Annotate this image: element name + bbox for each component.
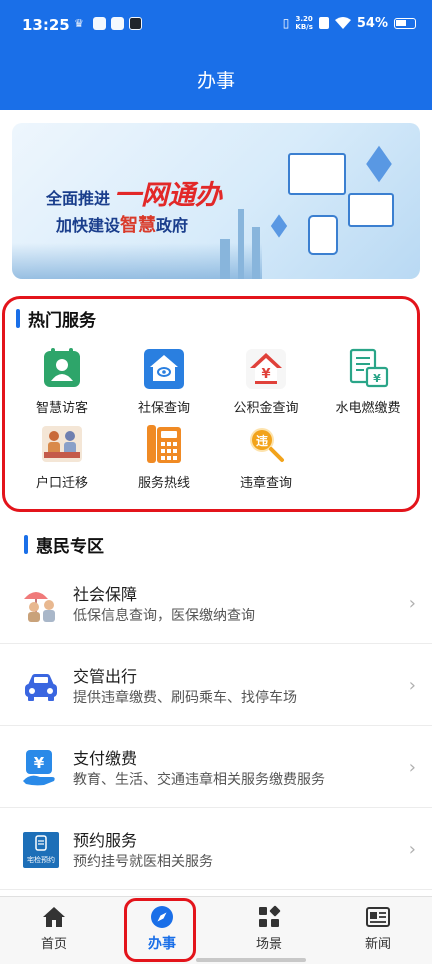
net-speed-value: 3.20: [295, 15, 313, 23]
welfare-item-title: 社会保障: [73, 585, 138, 604]
active-tab-highlight: [124, 898, 196, 962]
net-speed-unit: KB/s: [295, 23, 313, 31]
banner-building: [252, 227, 260, 279]
battery-icon: [394, 17, 416, 29]
banner-subline-prefix: 加快建设: [56, 216, 121, 235]
utility-bill-icon: ¥: [346, 347, 390, 391]
banner-headline-prefix: 全面推进: [46, 189, 111, 208]
banner-headline: 全面推进 一网通办: [46, 173, 222, 212]
service-social-security[interactable]: 社保查询: [114, 347, 214, 416]
welfare-header: 惠民专区: [24, 532, 104, 557]
banner-cube-graphic: [270, 214, 288, 238]
status-bar: 13:25 ♛ ▯ 3.20 KB/s 54%: [0, 0, 432, 52]
chevron-right-icon: ›: [408, 839, 416, 860]
appointment-icon-text: 宅检预约: [27, 855, 55, 864]
welfare-title: 惠民专区: [36, 537, 104, 557]
section-accent-bar: [24, 535, 28, 554]
play-icon: [129, 17, 142, 30]
car-icon: [22, 667, 60, 705]
sim-icon: [318, 17, 329, 29]
banner-phone-graphic: [308, 215, 338, 255]
hot-services-header: 热门服务: [16, 306, 96, 331]
tab-label: 首页: [40, 937, 67, 952]
tab-label: 场景: [255, 937, 282, 952]
housing-fund-icon: ¥: [244, 347, 288, 391]
banner-tower: [238, 209, 244, 279]
social-welfare-icon: [22, 585, 60, 623]
mail-icon: [111, 17, 124, 30]
banner-subline-suffix: 政府: [156, 216, 189, 235]
welfare-item-traffic[interactable]: 交管出行 提供违章缴费、刷码乘车、找停车场 ›: [0, 644, 432, 726]
bottom-tab-bar: 首页 办事 场景 新闻: [0, 896, 432, 964]
welfare-item-title: 预约服务: [73, 831, 138, 850]
banner-subline-accent: 智慧: [120, 215, 157, 236]
home-indicator[interactable]: [196, 958, 306, 962]
welfare-item-title: 交管出行: [73, 667, 138, 686]
service-hotline[interactable]: 服务热线: [114, 422, 214, 491]
service-household-registration[interactable]: 户口迁移: [12, 422, 112, 491]
news-icon: [366, 905, 390, 929]
banner-building: [220, 239, 230, 279]
crown-icon: ♛: [74, 17, 84, 30]
welfare-item-subtitle: 预约挂号就医相关服务: [73, 854, 213, 870]
app-notification-icon: [93, 17, 106, 30]
welfare-item-subtitle: 提供违章缴费、刷码乘车、找停车场: [73, 690, 297, 706]
page-title: 办事: [196, 70, 235, 92]
welfare-item-appointment[interactable]: 宅检预约 预约服务 预约挂号就医相关服务 ›: [0, 808, 432, 890]
welfare-item-social-security[interactable]: 社会保障 低保信息查询，医保缴纳查询 ›: [0, 562, 432, 644]
tab-home[interactable]: 首页: [14, 905, 94, 952]
tab-scenes[interactable]: 场景: [229, 905, 309, 952]
household-registration-icon: [40, 422, 84, 466]
battery-percent: 54%: [356, 15, 388, 31]
banner-subline: 加快建设智慧政府: [56, 211, 188, 237]
service-label: 户口迁移: [35, 476, 88, 491]
welfare-item-title: 支付缴费: [73, 749, 138, 768]
vibrate-icon: ▯: [282, 16, 290, 30]
status-right: ▯ 3.20 KB/s 54%: [283, 15, 416, 31]
chevron-right-icon: ›: [408, 757, 416, 778]
status-time: 13:25: [22, 16, 70, 34]
main-content[interactable]: 全面推进 一网通办 加快建设智慧政府 热门服务 智慧访客 社保查询 ¥ 公积金查询…: [0, 110, 432, 896]
service-housing-fund[interactable]: ¥ 公积金查询: [216, 347, 316, 416]
service-label: 水电燃缴费: [335, 401, 401, 416]
payment-icon: ¥: [22, 749, 60, 787]
app-bar: 办事: [0, 52, 432, 110]
service-label: 公积金查询: [233, 401, 299, 416]
svg-text:¥: ¥: [34, 754, 45, 772]
wifi-icon: [334, 17, 351, 29]
notification-icons: ♛: [74, 17, 142, 30]
banner-screen-graphic: [348, 193, 394, 227]
promo-banner[interactable]: 全面推进 一网通办 加快建设智慧政府: [12, 123, 420, 279]
welfare-item-subtitle: 教育、生活、交通违章相关服务缴费服务: [73, 772, 325, 788]
welfare-item-payment[interactable]: ¥ 支付缴费 教育、生活、交通违章相关服务缴费服务 ›: [0, 726, 432, 808]
welfare-item-subtitle: 低保信息查询，医保缴纳查询: [73, 608, 255, 624]
service-utility-bill[interactable]: ¥ 水电燃缴费: [318, 347, 418, 416]
svg-text:¥: ¥: [373, 372, 381, 385]
service-label: 社保查询: [137, 401, 190, 416]
section-accent-bar: [16, 309, 20, 328]
service-violation-query[interactable]: 违 违章查询: [216, 422, 316, 491]
banner-screen-graphic: [288, 153, 346, 195]
banner-headline-big: 一网通办: [114, 180, 223, 211]
tab-label: 新闻: [364, 937, 391, 952]
grid-icon: [257, 905, 281, 929]
chevron-right-icon: ›: [408, 593, 416, 614]
violation-query-icon: 违: [244, 422, 288, 466]
hot-services-title: 热门服务: [28, 311, 96, 331]
home-icon: [42, 905, 66, 929]
service-label: 服务热线: [137, 476, 190, 491]
service-hotline-icon: [142, 422, 186, 466]
banner-cube-graphic: [366, 145, 392, 183]
chevron-right-icon: ›: [408, 675, 416, 696]
visitor-icon: [40, 347, 84, 391]
service-label: 违章查询: [239, 476, 292, 491]
svg-text:¥: ¥: [261, 367, 270, 382]
social-security-icon: [142, 347, 186, 391]
tab-news[interactable]: 新闻: [338, 905, 418, 952]
net-speed: 3.20 KB/s: [295, 15, 312, 31]
service-visitor[interactable]: 智慧访客: [12, 347, 112, 416]
appointment-icon: 宅检预约: [22, 831, 60, 869]
svg-text:违: 违: [256, 433, 268, 448]
service-label: 智慧访客: [35, 401, 88, 416]
